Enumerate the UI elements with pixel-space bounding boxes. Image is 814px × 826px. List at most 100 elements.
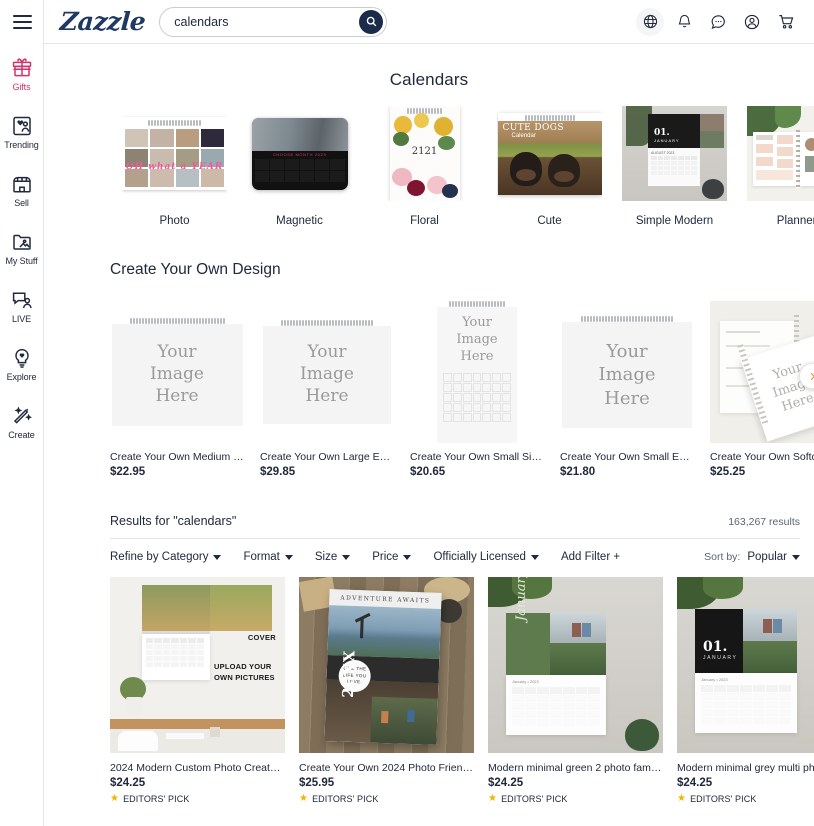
- page-content: Calendars OH what a YEAR Photo CHOOSE MO…: [44, 44, 814, 804]
- placeholder-line: Here: [604, 387, 650, 409]
- desk-calendar-upload-art: COVER UPLOAD YOUR OWN PICTURES: [110, 577, 285, 753]
- lightbulb-heart-icon: [14, 348, 29, 368]
- result-card[interactable]: January January • 2023 Modern minimal gr…: [488, 577, 677, 804]
- chevron-right-icon: [810, 372, 814, 380]
- placeholder-line: Image: [456, 331, 498, 347]
- placeholder-line: Your: [157, 342, 197, 363]
- product-price: $29.85: [260, 466, 296, 478]
- search-button[interactable]: [359, 9, 384, 34]
- category-tile-floral[interactable]: 2121 Floral: [362, 106, 487, 227]
- sidebar-item-gifts[interactable]: Gifts: [0, 56, 43, 92]
- sidebar-item-my-stuff[interactable]: My Stuff: [0, 230, 43, 266]
- badge-label: EDITORS' PICK: [501, 794, 568, 804]
- sort-value-text: Popular: [747, 551, 787, 563]
- live-chat-person-icon: [12, 292, 32, 309]
- filter-officially-licensed[interactable]: Officially Licensed: [433, 551, 539, 563]
- add-filter-button[interactable]: Add Filter +: [561, 551, 620, 563]
- cart-icon[interactable]: [772, 8, 800, 36]
- filter-label: Size: [314, 551, 338, 563]
- results-divider: [110, 538, 800, 539]
- filter-refine-by-category[interactable]: Refine by Category: [110, 551, 222, 563]
- placeholder-line: Your: [606, 341, 648, 363]
- placeholder-line: Image: [598, 364, 656, 386]
- category-tile-magnetic[interactable]: CHOOSE MONTH 2023 Magnetic: [237, 106, 362, 227]
- category-label: Simple Modern: [635, 215, 714, 227]
- hamburger-bar: [12, 21, 32, 23]
- category-thumbnail: CHOOSE MONTH 2023: [247, 106, 352, 201]
- filter-price[interactable]: Price: [372, 551, 412, 563]
- chevron-down-icon: [403, 554, 412, 560]
- product-thumbnail: Your Image Here: [110, 301, 244, 443]
- badge-label: EDITORS' PICK: [123, 794, 190, 804]
- results-count: 163,267 results: [728, 516, 800, 528]
- chat-icon[interactable]: [704, 8, 732, 36]
- chevron-down-icon: [792, 554, 800, 560]
- floral-calendar-art: 2121: [389, 106, 460, 201]
- filter-bar: Refine by Category Format Size Price Off…: [44, 551, 814, 563]
- sidebar-item-create[interactable]: Create: [0, 404, 43, 440]
- folder-image-icon: [12, 234, 31, 250]
- sidebar-items: Gifts Trending Sell My Stuff LIVE Explor…: [0, 44, 43, 440]
- search-input[interactable]: [174, 14, 360, 29]
- sidebar-item-trending[interactable]: Trending: [0, 114, 43, 150]
- page-title: Calendars: [389, 70, 469, 89]
- filter-size[interactable]: Size: [314, 551, 351, 563]
- filter-label: Officially Licensed: [433, 551, 526, 563]
- category-tile-cute[interactable]: CUTE DOGS Calendar Cute: [487, 106, 612, 227]
- product-price: $25.95: [299, 777, 335, 789]
- sidebar-item-label: Gifts: [12, 82, 31, 92]
- create-product-card[interactable]: Your Image Here Create Your Own Medium 1…: [110, 301, 260, 478]
- product-thumbnail: Your Image Here: [260, 301, 394, 443]
- create-product-card[interactable]: Your Image Here Create Your Own Small Si…: [410, 301, 560, 478]
- product-title: Modern minimal grey multi photo family .…: [677, 762, 814, 774]
- results-header: Results for "calendars" 163,267 results: [44, 514, 814, 528]
- product-title: Create Your Own Medium 12...: [110, 451, 244, 463]
- magic-wand-icon: [13, 406, 32, 424]
- product-title: Create Your Own Large English...: [260, 451, 394, 463]
- product-title: Create Your Own Small Single...: [410, 451, 544, 463]
- sort-control: Sort by: Popular: [704, 551, 800, 563]
- category-label: Floral: [410, 215, 439, 227]
- black-january-calendar-art: 01. JANUARY January • 2023: [677, 577, 814, 753]
- sidebar-item-explore[interactable]: Explore: [0, 346, 43, 382]
- create-product-card[interactable]: Your Image Here Create Your Own Softcove…: [710, 301, 814, 478]
- filter-label: Format: [243, 551, 280, 563]
- result-card[interactable]: ADVENTURE AWAITS LIVE THE LIFE YOU LOVE. 2…: [299, 577, 488, 804]
- hamburger-menu-icon[interactable]: [0, 0, 44, 44]
- category-tile-planners[interactable]: Planners: [737, 106, 814, 227]
- placeholder-line: Your: [307, 342, 347, 363]
- chevron-down-icon: [213, 554, 222, 560]
- create-product-card[interactable]: Your Image Here Create Your Own Small En…: [560, 301, 710, 478]
- badge-label: EDITORS' PICK: [312, 794, 379, 804]
- create-product-card[interactable]: Your Image Here Create Your Own Large En…: [260, 301, 410, 478]
- adventure-awaits-calendar-art: ADVENTURE AWAITS LIVE THE LIFE YOU LOVE. 2…: [299, 577, 474, 753]
- product-thumbnail: Your Image Here: [410, 301, 544, 443]
- sidebar-item-sell[interactable]: Sell: [0, 172, 43, 208]
- account-icon[interactable]: [738, 8, 766, 36]
- placeholder-line: Here: [155, 385, 199, 406]
- status-badge: ★ EDITORS' PICK: [488, 794, 677, 805]
- result-card[interactable]: COVER UPLOAD YOUR OWN PICTURES 2024 Moder…: [110, 577, 299, 804]
- star-icon: ★: [677, 793, 687, 804]
- category-thumbnail: OH what a YEAR: [122, 106, 227, 201]
- product-price: $22.95: [110, 466, 146, 478]
- product-price: $24.25: [488, 777, 524, 789]
- sidebar-item-live[interactable]: LIVE: [0, 288, 43, 324]
- badge-label: EDITORS' PICK: [690, 794, 757, 804]
- zazzle-logo[interactable]: Zazzle: [59, 7, 146, 36]
- product-thumbnail: COVER UPLOAD YOUR OWN PICTURES: [110, 577, 285, 753]
- result-card[interactable]: 01. JANUARY January • 2023 Modern minima…: [677, 577, 814, 804]
- category-label: Photo: [159, 215, 190, 227]
- bell-icon[interactable]: [670, 8, 698, 36]
- sort-by-value[interactable]: Popular: [747, 551, 800, 563]
- create-your-own-carousel: Your Image Here Create Your Own Medium 1…: [44, 301, 814, 478]
- category-tile-photo[interactable]: OH what a YEAR Photo: [112, 106, 237, 227]
- placeholder-line: Image: [300, 364, 354, 385]
- category-tile-simple-modern[interactable]: 01. JANUARY AUGUST 2023 Simple Modern: [612, 106, 737, 227]
- product-thumbnail: 01. JANUARY January • 2023: [677, 577, 814, 753]
- globe-icon[interactable]: [636, 7, 664, 36]
- chevron-down-icon: [284, 554, 293, 560]
- header-icon-group: [636, 7, 800, 36]
- left-sidebar: Gifts Trending Sell My Stuff LIVE Explor…: [0, 0, 44, 826]
- filter-format[interactable]: Format: [243, 551, 293, 563]
